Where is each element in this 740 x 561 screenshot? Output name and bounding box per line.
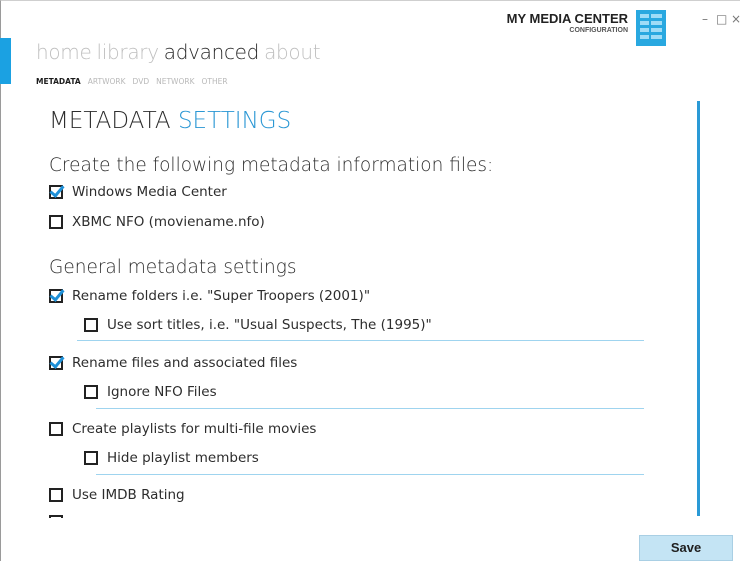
checkbox[interactable] xyxy=(84,451,98,465)
maximize-button[interactable]: □ xyxy=(716,12,727,26)
option-ignore-nfo[interactable]: Ignore NFO Files xyxy=(84,382,217,402)
option-hide-playlist-members[interactable]: Hide playlist members xyxy=(84,448,259,468)
page-title: METADATA SETTINGS xyxy=(49,108,291,134)
nav-advanced[interactable]: advanced xyxy=(164,40,260,64)
option-label: XBMC NFO (moviename.nfo) xyxy=(72,214,265,230)
option-label: Use sort titles, i.e. "Usual Suspects, T… xyxy=(107,317,432,333)
checkbox[interactable] xyxy=(49,488,63,502)
brand-title: MY MEDIA CENTER xyxy=(506,11,628,26)
option-windows-media-center[interactable]: Windows Media Center xyxy=(49,182,227,202)
sub-nav: METADATA ARTWORK DVD NETWORK OTHER xyxy=(36,69,235,88)
option-label: Rename files and associated files xyxy=(72,355,298,371)
settings-panel: METADATA SETTINGS Create the following m… xyxy=(49,102,669,518)
section-heading-files: Create the following metadata informatio… xyxy=(49,155,494,176)
option-label: Use IMDB Rating xyxy=(72,487,185,503)
option-use-sort-titles[interactable]: Use sort titles, i.e. "Usual Suspects, T… xyxy=(84,315,432,335)
option-rename-files[interactable]: Rename files and associated files xyxy=(49,353,297,373)
divider xyxy=(96,474,644,475)
close-button[interactable]: × xyxy=(731,12,740,26)
nav-home[interactable]: home xyxy=(36,40,92,64)
tab-network[interactable]: NETWORK xyxy=(156,77,194,86)
brand-subtitle: CONFIGURATION xyxy=(569,27,628,34)
section-heading-general: General metadata settings xyxy=(49,257,297,278)
brand: MY MEDIA CENTER CONFIGURATION xyxy=(507,12,628,35)
option-label: Windows Media Center xyxy=(72,184,227,200)
checkbox[interactable] xyxy=(49,289,63,303)
option-label: Create playlists for multi-file movies xyxy=(72,421,317,437)
tab-metadata[interactable]: METADATA xyxy=(36,77,81,86)
tab-dvd[interactable]: DVD xyxy=(133,77,150,86)
option-label: Hide playlist members xyxy=(107,450,259,466)
main-nav: home library advanced about xyxy=(36,40,325,64)
tab-artwork[interactable]: ARTWORK xyxy=(88,77,126,86)
save-button[interactable]: Save xyxy=(639,535,733,561)
checkbox[interactable] xyxy=(84,385,98,399)
tab-other[interactable]: OTHER xyxy=(202,77,228,86)
checkbox[interactable] xyxy=(84,318,98,332)
option-xbmc-nfo[interactable]: XBMC NFO (moviename.nfo) xyxy=(49,212,265,232)
option-create-playlists[interactable]: Create playlists for multi-file movies xyxy=(49,419,316,439)
nav-library[interactable]: library xyxy=(97,40,160,64)
vertical-scrollbar[interactable] xyxy=(697,101,700,516)
nav-about[interactable]: about xyxy=(264,40,321,64)
checkbox[interactable] xyxy=(49,422,63,436)
media-center-logo-icon xyxy=(636,10,666,46)
page-title-highlight: SETTINGS xyxy=(177,108,292,134)
checkbox[interactable] xyxy=(49,185,63,199)
option-label: Rename folders i.e. "Super Troopers (200… xyxy=(72,288,371,304)
option-rename-folders[interactable]: Rename folders i.e. "Super Troopers (200… xyxy=(49,286,370,306)
divider xyxy=(77,340,644,341)
option-use-imdb-rating[interactable]: Use IMDB Rating xyxy=(49,485,185,505)
divider xyxy=(96,408,644,409)
minimize-button[interactable]: – xyxy=(702,12,708,26)
checkbox[interactable] xyxy=(49,356,63,370)
page-title-main: METADATA xyxy=(49,108,171,134)
option-label: Ignore NFO Files xyxy=(107,384,217,400)
option-next-partial[interactable] xyxy=(49,512,72,518)
accent-bar xyxy=(0,38,11,84)
checkbox[interactable] xyxy=(49,215,63,229)
checkbox[interactable] xyxy=(49,515,63,518)
